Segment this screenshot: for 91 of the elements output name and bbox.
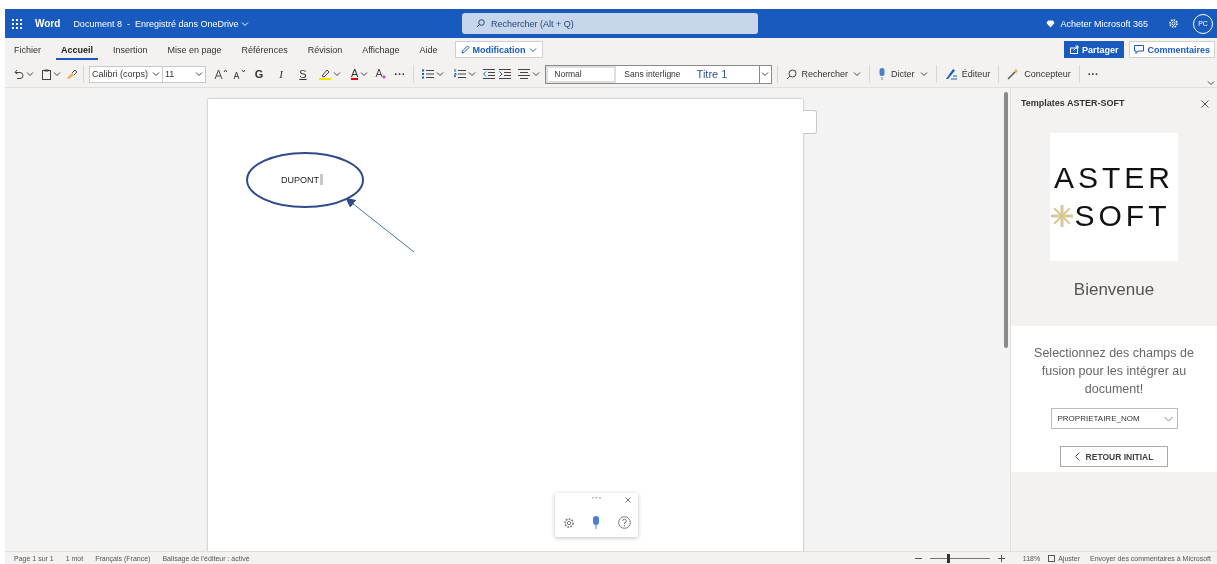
- ribbon-tab[interactable]: Aide: [414, 39, 443, 60]
- font-size-dropdown[interactable]: 11: [163, 65, 206, 83]
- style-option[interactable]: Titre 1: [688, 65, 759, 83]
- more-options-button[interactable]: ···: [391, 64, 409, 84]
- align-lines-icon: [518, 69, 531, 79]
- logo-text: SOFT: [1074, 200, 1171, 232]
- clear-formatting-icon[interactable]: [375, 68, 388, 80]
- caret-icon[interactable]: [333, 70, 341, 78]
- more-options-button[interactable]: ···: [1084, 64, 1102, 84]
- caret-icon[interactable]: [53, 70, 61, 78]
- app-launcher-icon[interactable]: [12, 18, 22, 29]
- microphone-icon: [878, 68, 887, 80]
- toolbar-button[interactable]: Rechercher: [782, 64, 865, 84]
- search-field[interactable]: Rechercher (Alt + Q): [462, 13, 758, 34]
- logo-text: ASTER: [1054, 162, 1174, 194]
- highlighter-icon: [319, 68, 331, 80]
- caret-icon[interactable]: [436, 70, 445, 78]
- merge-field-dropdown[interactable]: PROPRIETAIRE_NOM: [1050, 408, 1178, 429]
- caret-icon[interactable]: [853, 70, 862, 78]
- document-title[interactable]: Document 8 - Enregistré dans OneDrive: [73, 18, 250, 29]
- caret-icon[interactable]: [195, 70, 203, 78]
- clipboard-icon: [42, 68, 51, 80]
- caret-icon[interactable]: [532, 70, 541, 78]
- toolbar-button[interactable]: Éditeur: [941, 64, 994, 84]
- ribbon-tab[interactable]: Mise en page: [162, 39, 227, 60]
- increase-indent-icon[interactable]: [499, 69, 512, 79]
- caret-icon[interactable]: [152, 70, 160, 78]
- close-icon: [1201, 99, 1209, 108]
- comment-icon: [1134, 45, 1145, 54]
- ribbon-tab[interactable]: Accueil: [56, 39, 99, 60]
- back-button[interactable]: RETOUR INITIAL: [1060, 446, 1168, 467]
- collapse-ribbon-icon[interactable]: [1207, 79, 1215, 87]
- ribbon-tab[interactable]: Affichage: [357, 39, 405, 60]
- annotation-arrow: [345, 197, 415, 253]
- search-icon: [476, 19, 485, 28]
- share-button[interactable]: Partager: [1063, 41, 1125, 58]
- ribbon-tab[interactable]: Insertion: [108, 39, 153, 60]
- style-option[interactable]: Normal: [546, 65, 617, 83]
- pencil-icon: [460, 45, 470, 54]
- caret-icon[interactable]: [468, 70, 477, 78]
- toolbar-button[interactable]: Concepteur: [1004, 64, 1074, 84]
- app-name[interactable]: Word: [35, 18, 61, 29]
- toolbar-button[interactable]: Dicter: [875, 64, 931, 84]
- underline-button[interactable]: S: [294, 64, 312, 84]
- editing-mode-button[interactable]: Modification: [454, 41, 543, 58]
- style-option[interactable]: Sans interligne: [616, 65, 689, 83]
- help-icon[interactable]: [618, 516, 631, 529]
- search-icon: [785, 68, 797, 80]
- close-icon[interactable]: [625, 497, 631, 503]
- instruction-text: Selectionnez des champs de fusion pour les intégrer au document!: [1033, 345, 1195, 398]
- text-cursor: [320, 174, 323, 185]
- caret-icon[interactable]: [528, 45, 537, 54]
- document-text[interactable]: DUPONT: [281, 174, 319, 185]
- caret-icon[interactable]: [360, 70, 369, 78]
- font-name-dropdown[interactable]: Calibri (corps): [89, 65, 163, 83]
- share-icon: [1069, 45, 1079, 54]
- fit-checkbox[interactable]: [1048, 554, 1056, 562]
- drag-handle-icon[interactable]: [592, 497, 601, 499]
- zoom-in-icon[interactable]: [997, 554, 1005, 562]
- bullet-list-icon: [422, 69, 435, 79]
- format-painter-icon[interactable]: [66, 69, 78, 79]
- caret-icon[interactable]: [26, 70, 34, 78]
- ribbon-tab[interactable]: Références: [236, 39, 293, 60]
- buy-microsoft-365-link[interactable]: Acheter Microsoft 365: [1046, 18, 1148, 29]
- ribbon-tab[interactable]: Révision: [302, 39, 348, 60]
- pane-title: Templates ASTER-SOFT: [1021, 98, 1125, 108]
- welcome-heading: Bienvenue: [1073, 280, 1155, 300]
- font-color-button[interactable]: A: [348, 64, 372, 84]
- undo-icon: [14, 69, 24, 79]
- decrease-indent-icon[interactable]: [483, 69, 496, 79]
- microphone-icon[interactable]: [592, 516, 600, 529]
- caret-icon: [1163, 415, 1173, 422]
- comments-button[interactable]: Commentaires: [1129, 41, 1215, 58]
- ribbon-tab[interactable]: Fichier: [9, 39, 46, 60]
- bold-button[interactable]: G: [250, 64, 268, 84]
- grow-font-icon[interactable]: [214, 68, 228, 80]
- settings-icon[interactable]: [563, 517, 575, 529]
- italic-button[interactable]: I: [272, 64, 290, 84]
- numbered-list-icon: [454, 69, 467, 79]
- caret-icon[interactable]: [761, 70, 770, 78]
- styles-expand-button[interactable]: [758, 65, 771, 83]
- caret-icon[interactable]: [241, 19, 250, 28]
- star-icon: [1049, 204, 1074, 228]
- shrink-font-icon[interactable]: [232, 68, 246, 80]
- scrollbar-thumb[interactable]: [1004, 92, 1008, 348]
- pen-lines-icon: [944, 68, 957, 80]
- magic-wand-icon: [1007, 68, 1020, 80]
- chevron-left-icon: [1074, 452, 1080, 461]
- caret-icon[interactable]: [919, 70, 928, 78]
- diamond-icon: [1046, 19, 1056, 28]
- zoom-slider-thumb[interactable]: [946, 553, 950, 563]
